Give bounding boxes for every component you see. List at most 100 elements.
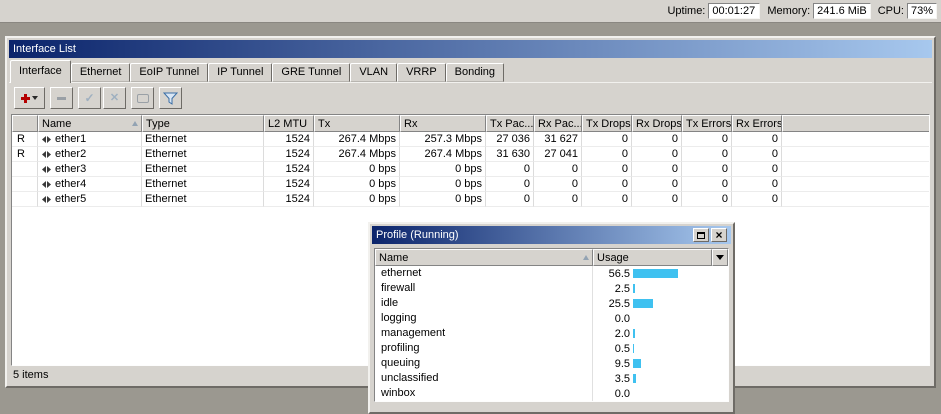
column-select-button[interactable] xyxy=(712,249,728,266)
tab-bonding[interactable]: Bonding xyxy=(446,63,504,82)
cell-rx: 257.3 Mbps xyxy=(400,132,486,147)
interface-name: ether5 xyxy=(55,192,86,206)
profile-table: Name Usage ethernet 56.5 xyxy=(374,248,729,402)
cell-l2mtu: 1524 xyxy=(264,162,314,177)
column-label: L2 MTU xyxy=(268,118,307,130)
interface-list-titlebar[interactable]: Interface List xyxy=(9,40,932,58)
profile-titlebar[interactable]: Profile (Running) × xyxy=(372,226,731,244)
tab-interface[interactable]: Interface xyxy=(10,60,71,83)
profile-row[interactable]: winbox 0.0 xyxy=(375,386,728,401)
usage-value: 3.5 xyxy=(596,372,630,386)
profile-row[interactable]: ethernet 56.5 xyxy=(375,266,728,281)
table-row[interactable]: R ether1 Ethernet 1524 267.4 Mbps 257.3 … xyxy=(12,132,929,147)
status-bar: 5 items xyxy=(13,368,48,383)
cell-flags xyxy=(12,162,38,177)
profile-row[interactable]: management 2.0 xyxy=(375,326,728,341)
interface-name: ether4 xyxy=(55,177,86,191)
column-label: Rx xyxy=(404,118,417,130)
cell-tx-errors: 0 xyxy=(682,162,732,177)
column-header-name[interactable]: Name xyxy=(38,115,142,132)
cell-l2mtu: 1524 xyxy=(264,177,314,192)
tab-vrrp[interactable]: VRRP xyxy=(397,63,446,82)
column-header-rx-packet[interactable]: Rx Pac... xyxy=(534,115,582,132)
usage-value: 0.0 xyxy=(596,312,630,326)
table-row[interactable]: ether3 Ethernet 1524 0 bps 0 bps 0 0 0 0… xyxy=(12,162,929,177)
column-header-rx[interactable]: Rx xyxy=(400,115,486,132)
cell-tx-errors: 0 xyxy=(682,177,732,192)
add-button[interactable] xyxy=(14,87,45,109)
cell-rx: 0 bps xyxy=(400,177,486,192)
usage-bar xyxy=(633,344,634,353)
comment-icon xyxy=(137,94,149,103)
profile-row[interactable]: idle 25.5 xyxy=(375,296,728,311)
column-header-rx-drops[interactable]: Rx Drops xyxy=(632,115,682,132)
cell-tx-packet: 0 xyxy=(486,162,534,177)
profile-row[interactable]: unclassified 3.5 xyxy=(375,371,728,386)
tab-baseline xyxy=(9,82,932,83)
remove-button[interactable] xyxy=(50,87,73,109)
tab-ethernet[interactable]: Ethernet xyxy=(71,63,131,82)
cell-type: Ethernet xyxy=(142,192,264,207)
plus-icon xyxy=(21,94,30,103)
maximize-icon xyxy=(697,232,705,239)
cell-tx-packet: 0 xyxy=(486,177,534,192)
column-header-tx-drops[interactable]: Tx Drops xyxy=(582,115,632,132)
disable-button[interactable]: ✕ xyxy=(103,87,126,109)
profile-row[interactable]: firewall 2.5 xyxy=(375,281,728,296)
interface-icon xyxy=(41,165,52,174)
cell-tx-packet: 31 630 xyxy=(486,147,534,162)
column-header-type[interactable]: Type xyxy=(142,115,264,132)
uptime-label: Uptime: xyxy=(667,5,705,17)
filter-icon xyxy=(163,92,178,105)
cell-name: ether4 xyxy=(38,177,142,192)
column-header-tx-packet[interactable]: Tx Pac... xyxy=(486,115,534,132)
table-row[interactable]: R ether2 Ethernet 1524 267.4 Mbps 267.4 … xyxy=(12,147,929,162)
cell-rx-errors: 0 xyxy=(732,147,782,162)
column-label: Name xyxy=(42,118,71,130)
column-label: Tx Errors xyxy=(686,118,731,130)
cell-tx-drops: 0 xyxy=(582,147,632,162)
column-header-usage[interactable]: Usage xyxy=(593,249,712,266)
comment-button[interactable] xyxy=(131,87,154,109)
tab-vlan[interactable]: VLAN xyxy=(350,63,397,82)
table-row[interactable]: ether4 Ethernet 1524 0 bps 0 bps 0 0 0 0… xyxy=(12,177,929,192)
cell-name: ether2 xyxy=(38,147,142,162)
usage-value: 0.0 xyxy=(596,387,630,401)
cell-filler xyxy=(782,177,929,192)
column-header-tx[interactable]: Tx xyxy=(314,115,400,132)
column-header-flags[interactable] xyxy=(12,115,38,132)
cell-tx-drops: 0 xyxy=(582,177,632,192)
close-button[interactable]: × xyxy=(711,228,727,242)
usage-value: 25.5 xyxy=(596,297,630,311)
column-header-rx-errors[interactable]: Rx Errors xyxy=(732,115,782,132)
cell-type: Ethernet xyxy=(142,147,264,162)
tab-ip-tunnel[interactable]: IP Tunnel xyxy=(208,63,272,82)
profile-row[interactable]: profiling 0.5 xyxy=(375,341,728,356)
column-label: Rx Errors xyxy=(736,118,782,130)
enable-button[interactable]: ✓ xyxy=(78,87,101,109)
profile-usage: 2.0 xyxy=(593,326,728,341)
cell-rx-errors: 0 xyxy=(732,162,782,177)
column-header-name[interactable]: Name xyxy=(375,249,593,266)
column-label: Tx Pac... xyxy=(490,118,533,130)
column-header-l2mtu[interactable]: L2 MTU xyxy=(264,115,314,132)
interface-icon xyxy=(41,180,52,189)
close-icon: × xyxy=(715,229,722,241)
window-title: Interface List xyxy=(13,43,928,55)
cell-l2mtu: 1524 xyxy=(264,132,314,147)
tab-eoip-tunnel[interactable]: EoIP Tunnel xyxy=(130,63,208,82)
maximize-button[interactable] xyxy=(693,228,709,242)
cross-icon: ✕ xyxy=(110,93,119,104)
column-label: Usage xyxy=(597,252,629,264)
filter-button[interactable] xyxy=(159,87,182,109)
profile-window: Profile (Running) × Name Usage xyxy=(368,222,735,414)
tab-gre-tunnel[interactable]: GRE Tunnel xyxy=(272,63,350,82)
profile-row[interactable]: logging 0.0 xyxy=(375,311,728,326)
profile-row[interactable]: queuing 9.5 xyxy=(375,356,728,371)
table-row[interactable]: ether5 Ethernet 1524 0 bps 0 bps 0 0 0 0… xyxy=(12,192,929,207)
usage-bar xyxy=(633,359,641,368)
usage-value: 0.5 xyxy=(596,342,630,356)
minus-icon xyxy=(57,97,66,100)
profile-title: Profile (Running) xyxy=(376,229,691,241)
column-header-tx-errors[interactable]: Tx Errors xyxy=(682,115,732,132)
